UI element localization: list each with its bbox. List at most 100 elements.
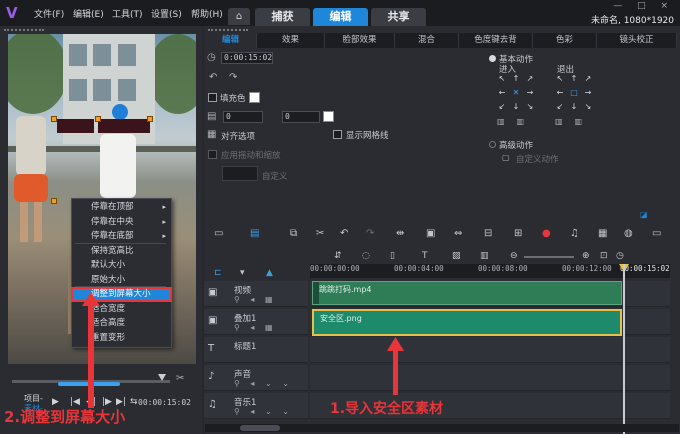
zoom-in-icon[interactable]: ⊕ — [582, 251, 590, 261]
tab-lens-correction[interactable]: 镜头校正 — [597, 33, 677, 48]
chapter-icon[interactable]: ▾ — [240, 268, 245, 278]
track-header-overlay[interactable]: ▣ 叠加1 ⚲ ◂ ▦ — [204, 309, 308, 335]
title-icon[interactable]: T — [422, 251, 428, 261]
panel-grip[interactable] — [4, 29, 44, 32]
home-icon[interactable]: ⌂ — [228, 8, 250, 25]
menu-tools[interactable]: 工具(T) — [112, 7, 143, 20]
border-size-field-2[interactable]: 0 — [282, 111, 320, 123]
video-clip[interactable]: 跳跳打码.mp4 — [312, 281, 622, 305]
tab-color[interactable]: 色彩 — [533, 33, 597, 48]
arrow-icon[interactable]: → — [582, 87, 594, 99]
multicam-icon[interactable]: ▥ — [480, 251, 489, 261]
timeline-view-icon[interactable]: ▤ — [250, 228, 259, 239]
add-marker-icon[interactable]: ▲ — [266, 268, 273, 278]
mosaic-icon[interactable]: ▦ — [598, 228, 607, 239]
window-controls[interactable]: — □ × — [613, 1, 674, 11]
context-menu-item[interactable]: 保持宽高比 — [72, 244, 171, 258]
track-lane-title[interactable] — [310, 337, 670, 363]
track-header-video[interactable]: ▣ 视频 ⚲ ◂ ▦ — [204, 281, 308, 307]
record-icon[interactable]: ● — [542, 228, 551, 239]
context-menu-item[interactable]: 原始大小 — [72, 273, 171, 287]
resize-handle[interactable] — [95, 116, 101, 122]
audio-mix-icon[interactable]: ♫ — [570, 228, 579, 239]
show-grid-checkbox[interactable] — [333, 130, 342, 139]
split-screen-icon[interactable]: ▯ — [390, 251, 395, 261]
advanced-motion-radio[interactable] — [489, 141, 496, 148]
track-header-voice[interactable]: ♪ 声音 ⚲ ◂ ⌄ ⌄ — [204, 365, 308, 391]
context-menu-item[interactable]: 默认大小 — [72, 258, 171, 272]
track-options-icon[interactable]: ⚲ ◂ ▦ — [234, 323, 277, 332]
apply-shake-checkbox[interactable] — [208, 150, 217, 159]
gallery-icon[interactable]: ▨ — [452, 251, 461, 261]
tab-capture[interactable]: 捕获 — [255, 8, 310, 26]
tab-share[interactable]: 共享 — [371, 8, 426, 26]
border-size-field[interactable]: 0 — [223, 111, 263, 123]
split-icon[interactable]: ✂ — [316, 228, 324, 239]
arrow-icon[interactable]: ↑ — [510, 73, 522, 85]
color-icon[interactable]: ◍ — [624, 228, 633, 239]
repeat-icon[interactable]: ⇆ — [130, 397, 138, 407]
basic-motion-radio[interactable] — [489, 55, 496, 62]
track-header-music[interactable]: ♫ 音乐1 ⚲ ◂ ⌄ ⌄ — [204, 393, 308, 419]
subtitle-icon[interactable]: ▭ — [652, 228, 661, 239]
track-header-title[interactable]: T 标题1 — [204, 337, 308, 363]
crop-icon[interactable]: ▣ — [426, 228, 435, 239]
zoom-out-icon[interactable]: ⊖ — [510, 251, 518, 261]
arrow-icon[interactable]: ↓ — [510, 101, 522, 113]
motion-track-icon[interactable]: ⊞ — [514, 228, 522, 239]
arrow-icon[interactable]: ↘ — [582, 101, 594, 113]
undo-icon[interactable]: ↶ — [340, 228, 348, 239]
menu-file[interactable]: 文件(F) — [34, 7, 64, 20]
track-options-icon[interactable]: ⚲ ◂ ⌄ ⌄ — [234, 407, 293, 416]
fill-color-checkbox[interactable] — [208, 93, 217, 102]
align-options-label[interactable]: 对齐选项 — [221, 130, 255, 142]
exit-effect-icons[interactable]: ▥▥ — [555, 117, 594, 126]
menu-edit[interactable]: 编辑(E) — [73, 7, 104, 20]
arrow-icon[interactable]: ↖ — [554, 73, 566, 85]
custom-motion-label[interactable]: 自定义动作 — [516, 153, 559, 165]
track-manager-icon[interactable]: ⊏ — [214, 268, 222, 278]
copy-icon[interactable]: ⧉ — [290, 228, 297, 239]
storyboard-view-icon[interactable]: ▭ — [214, 228, 223, 239]
duration-field[interactable]: 0:00:15:02 — [221, 52, 273, 64]
context-menu-item[interactable]: 停靠在底部 ▸ — [72, 229, 171, 243]
track-options-icon[interactable]: ⚲ ◂ ⌄ ⌄ — [234, 379, 293, 388]
fit-project-icon[interactable]: ⊡ — [600, 251, 608, 261]
tab-blend[interactable]: 混合 — [395, 33, 459, 48]
tab-chroma-key[interactable]: 色度键去背 — [459, 33, 533, 48]
context-menu-item[interactable]: 停靠在中央 ▸ — [72, 215, 171, 229]
context-menu-item[interactable]: 适合高度 — [72, 316, 171, 330]
menu-settings[interactable]: 设置(S) — [151, 7, 182, 20]
tab-edit[interactable]: 编辑 — [313, 8, 368, 26]
playhead[interactable] — [623, 264, 625, 434]
tab-effects[interactable]: 效果 — [257, 33, 325, 48]
arrow-icon[interactable]: ← — [496, 87, 508, 99]
shape-icon[interactable]: ◌ — [362, 251, 370, 261]
enter-effect-icons[interactable]: ▥▥ — [497, 117, 536, 126]
menu-help[interactable]: 帮助(H) — [191, 7, 223, 20]
timeline-scroll-thumb[interactable] — [240, 425, 280, 431]
panel-grip[interactable] — [208, 29, 248, 32]
resize-handle[interactable] — [51, 198, 57, 204]
fit-icon[interactable]: ⊟ — [484, 228, 492, 239]
arrow-icon[interactable]: ↖ — [496, 73, 508, 85]
arrow-icon[interactable]: ↙ — [554, 101, 566, 113]
timecode[interactable]: 00:00:15:02 — [138, 398, 191, 407]
tab-face-effects[interactable]: 脸部效果 — [325, 33, 395, 48]
trim-icon[interactable]: ⇹ — [396, 228, 404, 239]
custom-shake-label[interactable]: 自定义 — [262, 170, 288, 182]
zoom-slider[interactable] — [524, 256, 574, 258]
tab-edit-options[interactable]: 编辑 — [205, 33, 257, 48]
arrow-icon[interactable]: □ — [568, 87, 580, 99]
mask-icon[interactable]: ⇵ — [334, 251, 342, 261]
rotate-right-icon[interactable]: ↷ — [229, 72, 237, 83]
arrow-icon[interactable]: ↗ — [524, 73, 536, 85]
arrow-icon[interactable]: ↙ — [496, 101, 508, 113]
resize-handle[interactable] — [51, 116, 57, 122]
resize-handle[interactable] — [147, 116, 153, 122]
overlay-clip[interactable]: 安全区.png — [312, 309, 622, 336]
arrow-icon[interactable]: ✕ — [510, 87, 522, 99]
context-menu-item[interactable]: 停靠在顶部 ▸ — [72, 200, 171, 214]
arrow-icon[interactable]: → — [524, 87, 536, 99]
stretch-icon[interactable]: ⇔ — [454, 228, 462, 239]
